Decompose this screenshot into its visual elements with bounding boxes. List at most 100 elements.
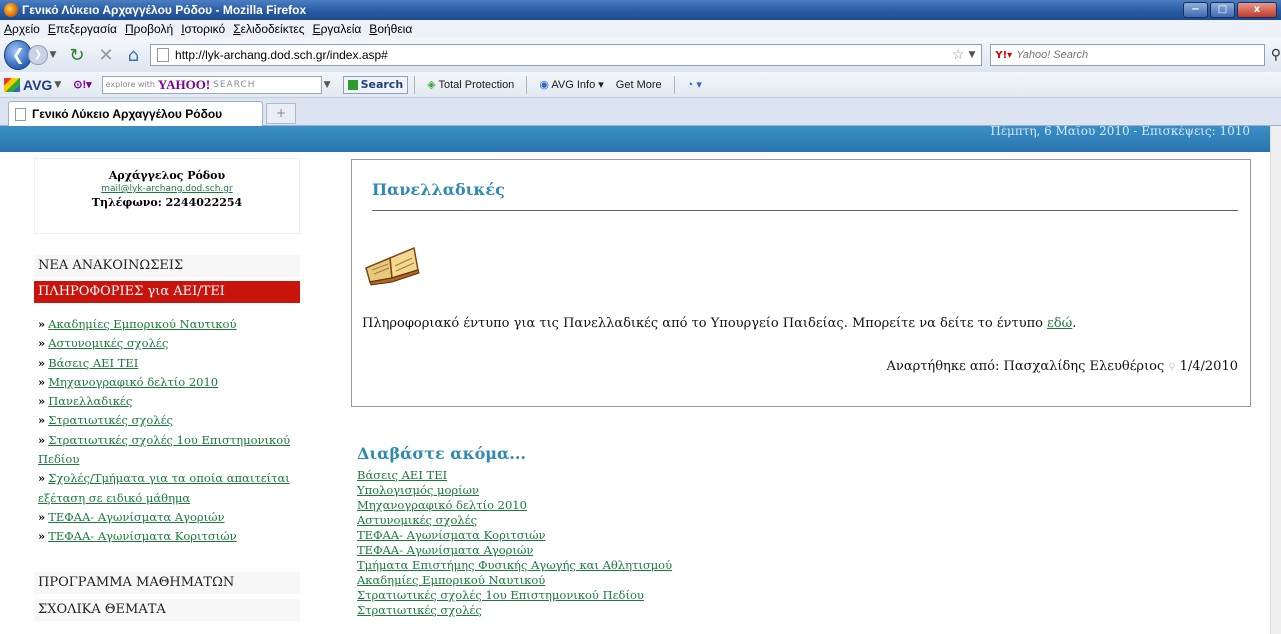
search-box[interactable]: Y!▾ [990,44,1265,66]
list-item: » Αστυνομικές σχολές [38,336,169,351]
search-input[interactable] [1016,49,1264,61]
avg-toolbar: AVG ▼ ⊙!▾ explore with YAHOO! SEARCH ▼ S… [0,72,1281,98]
minimize-button[interactable]: − [1183,2,1208,18]
read-more-link[interactable]: ΤΕΦΑΑ- Αγωνίσματα Κοριτσιών [357,528,672,543]
close-button[interactable]: x [1237,2,1277,18]
read-more-link[interactable]: ΤΕΦΑΑ- Αγωνίσματα Αγοριών [357,543,672,558]
read-more-link[interactable]: Τμήματα Επιστήμης Φυσικής Αγωγής και Αθλ… [357,558,672,573]
article-title: Πανελλαδικές [372,180,505,199]
home-icon[interactable]: ⌂ [128,45,139,66]
address-bar[interactable]: http://lyk-archang.dod.sch.gr/index.asp#… [150,44,983,66]
sidebar-link[interactable]: Αστυνομικές σχολές [48,336,168,350]
get-more-button[interactable]: Get More [616,79,662,91]
maximize-button[interactable]: □ [1210,2,1235,18]
history-dropdown-icon[interactable]: ▼ [50,50,57,60]
page-content: Πέμπτη, 6 Μαΐου 2010 - Επισκέψεις: 1010 … [0,126,1270,634]
article-date: 1/4/2010 [1179,359,1238,374]
reload-icon[interactable]: ↻ [69,45,84,66]
pin-icon: ⚲ [1168,362,1176,373]
sidebar-link[interactable]: Βάσεις ΑΕΙ ΤΕΙ [48,356,138,370]
list-item: » Στρατιωτικές σχολές 1ου Επιστημονικού Π… [38,432,291,467]
menu-bar: Αρχείο Επεξεργασία Προβολή Ιστορικό Σελι… [0,20,1281,38]
sidebar-links: » Ακαδημίες Εμπορικού Ναυτικού » Αστυνομικ… [38,315,300,547]
sidebar-link[interactable]: Στρατιωτικές σχολές [48,413,173,427]
sidebar-item-info[interactable]: ΠΛΗΡΟΦΟΡΙΕΣ για ΑΕΙ/ΤΕΙ [34,281,300,303]
sidebar-link[interactable]: Ακαδημίες Εμπορικού Ναυτικού [48,317,236,331]
explore-with-label: explore with [105,80,155,89]
yahoo-search-engine-icon[interactable]: Y!▾ [995,50,1012,61]
page-icon [157,48,170,62]
read-more-link[interactable]: Ακαδημίες Εμπορικού Ναυτικού [357,573,672,588]
yahoo-field-dropdown-icon[interactable]: ▼ [324,80,331,90]
firefox-icon [4,3,18,17]
avg-logo[interactable]: AVG [4,77,52,93]
read-more-list: Βάσεις ΑΕΙ ΤΕΙ Υπολογισμός μορίων Μηχανο… [357,468,672,618]
read-more-link[interactable]: Βάσεις ΑΕΙ ΤΕΙ [357,468,672,483]
sidebar-link[interactable]: Σχολές/Τμήματα για τα οποία απαιτείται ε… [38,471,290,504]
list-item: » Στρατιωτικές σχολές [38,413,173,428]
yahoo-widget-icon[interactable]: ⊙!▾ [73,78,91,91]
avg-info-button[interactable]: ◉ AVG Info ▾ [539,78,603,91]
menu-view[interactable]: Προβολή [125,22,173,36]
avg-search-button[interactable]: Search [342,75,409,94]
yahoo-search-field[interactable]: explore with YAHOO! SEARCH [101,75,322,94]
url-text[interactable]: http://lyk-archang.dod.sch.gr/index.asp# [175,48,952,62]
avg-dropdown-icon[interactable]: ▼ [54,80,61,90]
weather-icon[interactable]: ◔ ▾ [687,78,702,91]
url-dropdown-icon[interactable]: ▼ [968,50,975,60]
read-more-link[interactable]: Υπολογισμός μορίων [357,483,672,498]
school-name: Αρχάγγελος Ρόδου [108,169,226,182]
sidebar-link[interactable]: Πανελλαδικές [48,394,132,408]
window-title: Γενικό Λύκειο Αρχαγγέλου Ρόδου - Mozilla… [22,3,307,17]
vertical-scrollbar[interactable] [1270,126,1281,634]
sidebar-link[interactable]: Στρατιωτικές σχολές 1ου Επιστημονικού Πε… [38,433,290,466]
sidebar-link[interactable]: Μηχανογραφικό δελτίο 2010 [48,375,218,389]
sidebar-item-program[interactable]: ΠΡΟΓΡΑΜΜΑ ΜΑΘΗΜΑΤΩΝ [34,572,300,594]
read-more-link[interactable]: Μηχανογραφικό δελτίο 2010 [357,498,672,513]
list-item: » Μηχανογραφικό δελτίο 2010 [38,374,219,389]
read-more-heading: Διαβάστε ακόμα... [357,444,526,463]
article-body: Πληροφοριακό έντυπο για τις Πανελλαδικές… [362,316,1077,331]
forward-button[interactable]: ❯ [28,45,48,65]
shield-icon: ◈ [427,79,436,91]
here-link[interactable]: εδώ [1047,316,1072,331]
site-header-band: Πέμπτη, 6 Μαΐου 2010 - Επισκέψεις: 1010 [0,126,1270,152]
total-protection-button[interactable]: ◈ Total Protection [427,78,514,91]
date-visits-line: Πέμπτη, 6 Μαΐου 2010 - Επισκέψεις: 1010 [990,126,1250,138]
list-item: » Πανελλαδικές [38,394,133,409]
new-tab-button[interactable]: + [266,103,296,124]
stop-icon[interactable]: ✕ [99,45,114,66]
search-magnifier-icon[interactable]: ⚲ [1271,47,1281,63]
list-item: » Ακαδημίες Εμπορικού Ναυτικού [38,317,237,331]
search-go-icon [347,79,358,90]
sidebar-item-topics[interactable]: ΣΧΟΛΙΚΑ ΘΕΜΑΤΑ [34,599,300,621]
sidebar-link[interactable]: ΤΕΦΑΑ- Αγωνίσματα Κοριτσιών [48,529,236,543]
read-more-link[interactable]: Αστυνομικές σχολές [357,513,672,528]
toolbar-separator [414,75,416,94]
list-item: » ΤΕΦΑΑ- Αγωνίσματα Αγοριών [38,509,225,524]
read-more-link[interactable]: Στρατιωτικές σχολές [357,603,672,618]
phone-number: Τηλέφωνο: 2244022254 [91,196,243,209]
bookmark-star-icon[interactable]: ☆ [952,47,965,63]
menu-help[interactable]: Βοήθεια [369,22,412,36]
sidebar-link[interactable]: ΤΕΦΑΑ- Αγωνίσματα Αγοριών [48,510,224,524]
menu-tools[interactable]: Εργαλεία [313,22,362,36]
menu-bookmarks[interactable]: Σελιδοδείκτες [233,22,304,36]
tab-bar: Γενικό Λύκειο Αρχαγγέλου Ρόδου + [0,98,1281,126]
avg-logo-icon [4,77,20,92]
toolbar-separator [673,75,675,94]
toolbar-separator [526,75,528,94]
menu-edit[interactable]: Επεξεργασία [48,22,117,36]
list-item: » Σχολές/Τμήματα για τα οποία απαιτείται … [38,471,290,505]
yahoo-logo: YAHOO! [157,76,211,92]
sidebar-item-news[interactable]: ΝΕΑ ΑΝΑΚΟΙΝΩΣΕΙΣ [34,255,300,277]
tab-current[interactable]: Γενικό Λύκειο Αρχαγγέλου Ρόδου [8,101,263,126]
list-item: » Βάσεις ΑΕΙ ΤΕΙ [38,355,139,370]
article-meta: Αναρτήθηκε από: Πασχαλίδης Ελευθέριος ⚲ 1/… [887,359,1238,374]
contact-box: Αρχάγγελος Ρόδου mail@lyk-archang.dod.sc… [34,158,300,234]
list-item: » ΤΕΦΑΑ- Αγωνίσματα Κοριτσιών [38,529,237,544]
read-more-link[interactable]: Στρατιωτικές σχολές 1ου Επιστημονικού Πε… [357,588,672,603]
email-link[interactable]: mail@lyk-archang.dod.sch.gr [35,184,299,194]
menu-history[interactable]: Ιστορικό [181,22,225,36]
menu-file[interactable]: Αρχείο [4,22,40,36]
